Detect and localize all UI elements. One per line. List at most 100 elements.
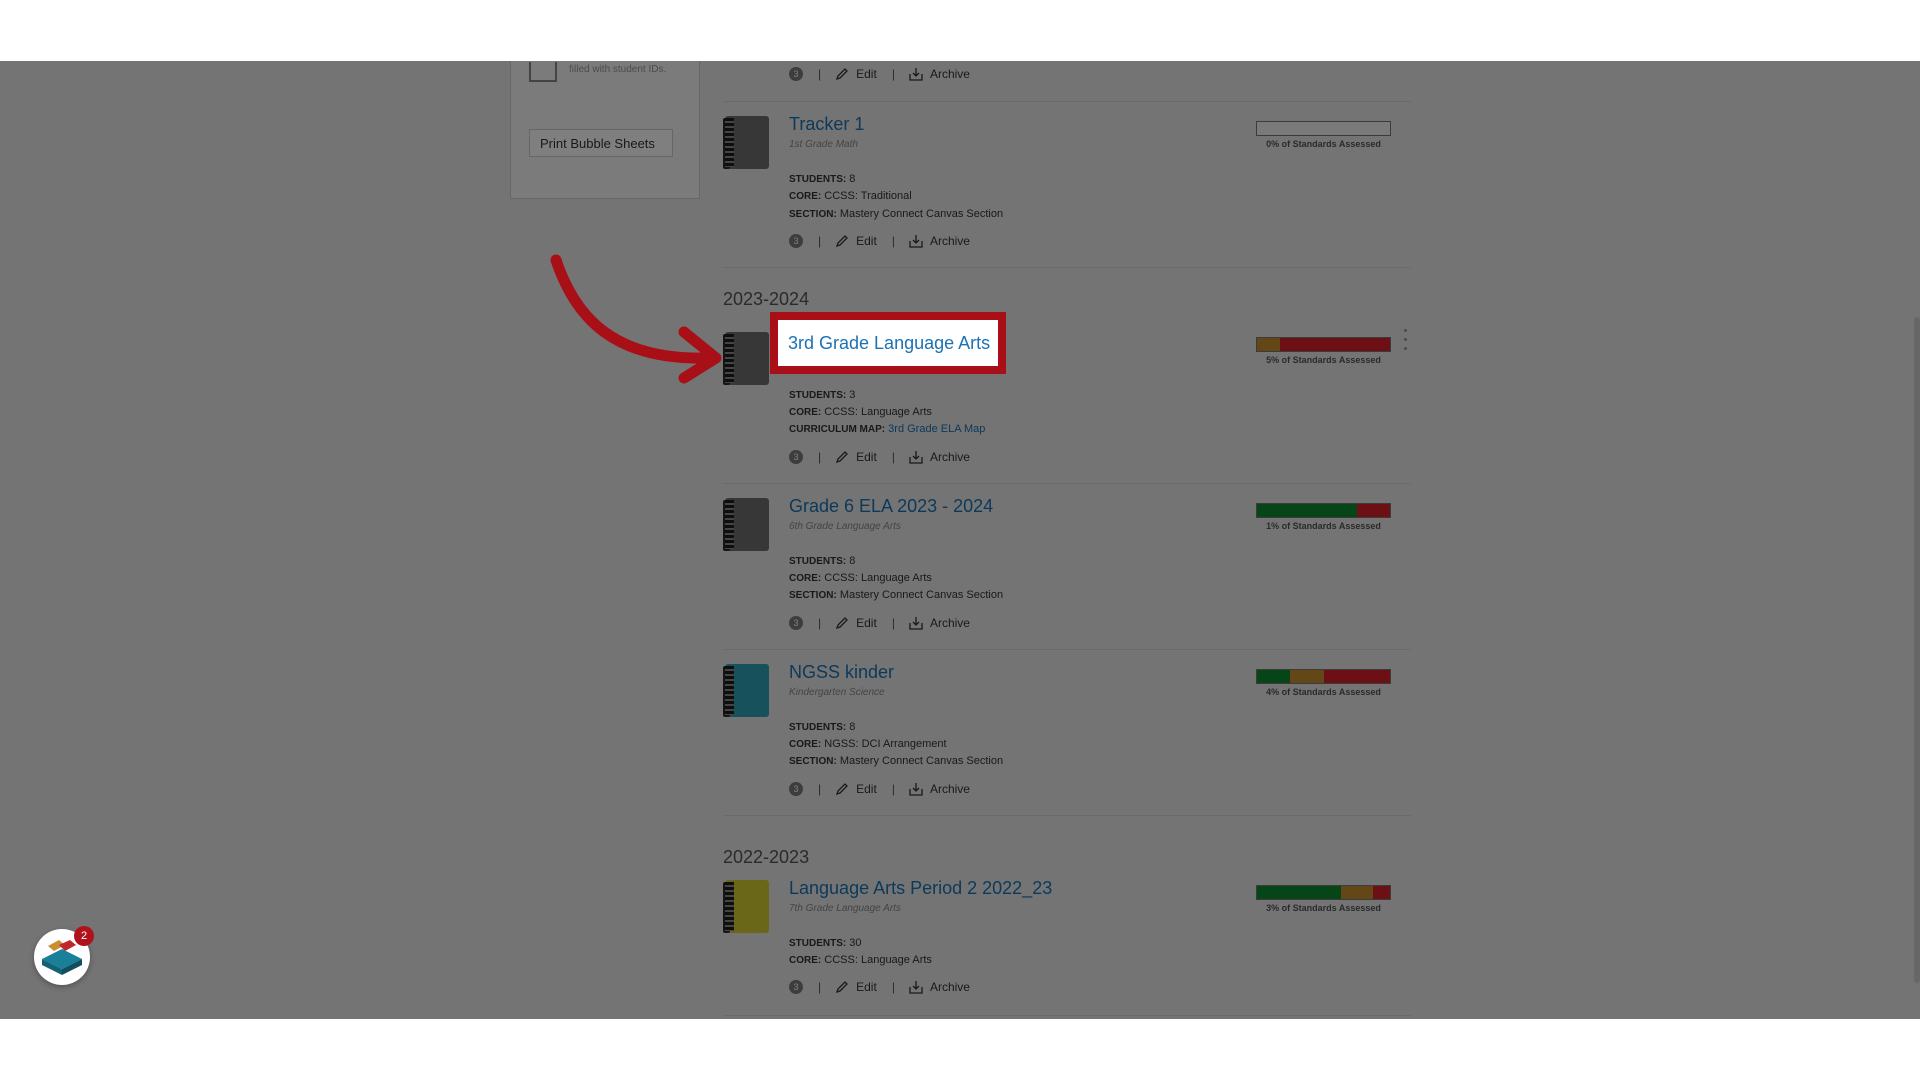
separator: |	[818, 450, 822, 464]
tracker-actions: 3 | Edit | Archive	[789, 234, 970, 248]
archive-icon	[909, 981, 923, 994]
tracker-subtitle: Kindergarten Science	[789, 687, 885, 698]
progress-segment	[1356, 504, 1390, 517]
browser-top-bar	[0, 0, 1920, 61]
progress-segment	[1257, 504, 1357, 517]
progress-segment	[1257, 670, 1291, 683]
edit-link[interactable]: Edit	[835, 980, 877, 994]
browser-bottom-bar	[0, 1019, 1920, 1080]
highlighted-title-text: 3rd Grade Language Arts	[788, 332, 991, 353]
students-row: STUDENTS: 30	[789, 937, 862, 949]
student-count-badge: 3	[789, 67, 803, 81]
page-viewport: filled with student IDs. Print Bubble Sh…	[0, 61, 1920, 1019]
standards-progress-label: 1% of Standards Assessed	[1266, 521, 1381, 531]
progress-segment	[1257, 338, 1280, 351]
bubble-sheet-hint: filled with student IDs.	[569, 64, 667, 75]
pencil-icon	[836, 451, 849, 464]
edit-link[interactable]: Edit	[835, 234, 877, 248]
tracker-title[interactable]: Language Arts Period 2 2022_23	[789, 878, 1052, 899]
divider	[723, 267, 1411, 268]
student-count-badge: 3	[789, 980, 803, 994]
core-row: CORE: CCSS: Traditional	[789, 190, 912, 202]
standards-progress-bar	[1256, 337, 1391, 352]
highlighted-tracker-title[interactable]: 3rd Grade Language Arts	[778, 320, 998, 366]
tracker-actions: 3 | Edit | Archive	[789, 616, 970, 630]
separator: |	[891, 980, 895, 994]
separator: |	[818, 67, 822, 81]
standards-progress-label: 0% of Standards Assessed	[1266, 139, 1381, 149]
student-count-badge: 3	[789, 616, 803, 630]
notebook-icon	[723, 880, 769, 933]
edit-label: Edit	[856, 67, 877, 81]
notebook-icon	[723, 664, 769, 717]
student-count-badge: 3	[789, 782, 803, 796]
archive-label: Archive	[929, 450, 970, 464]
archive-link[interactable]: Archive	[909, 782, 970, 796]
progress-segment	[1257, 886, 1341, 899]
edit-link[interactable]: Edit	[835, 782, 877, 796]
notebook-icon	[723, 498, 769, 551]
edit-label: Edit	[856, 234, 877, 248]
standards-progress-label: 5% of Standards Assessed	[1266, 355, 1381, 365]
archive-label: Archive	[929, 67, 970, 81]
edit-label: Edit	[856, 980, 877, 994]
separator: |	[891, 450, 895, 464]
pencil-icon	[836, 235, 849, 248]
separator: |	[818, 616, 822, 630]
standards-progress-label: 3% of Standards Assessed	[1266, 903, 1381, 913]
archive-link[interactable]: Archive	[909, 234, 970, 248]
separator: |	[891, 234, 895, 248]
standards-progress-bar	[1256, 669, 1391, 684]
more-options-icon[interactable]	[1404, 329, 1408, 356]
divider	[723, 1015, 1411, 1016]
students-row: STUDENTS: 3	[789, 389, 856, 401]
notification-badge: 2	[74, 926, 94, 946]
core-row: CORE: CCSS: Language Arts	[789, 954, 932, 966]
tracker-actions-previous: 3 | Edit | Archive	[789, 67, 970, 81]
core-row: CORE: CCSS: Language Arts	[789, 406, 932, 418]
edit-label: Edit	[856, 782, 877, 796]
archive-link[interactable]: Archive	[909, 450, 970, 464]
tracker-subtitle: 1st Grade Math	[789, 139, 858, 150]
tracker-title[interactable]: Grade 6 ELA 2023 - 2024	[789, 496, 993, 517]
page-scrollbar[interactable]	[1914, 317, 1920, 983]
archive-link[interactable]: Archive	[909, 616, 970, 630]
section-row: SECTION: Mastery Connect Canvas Section	[789, 208, 1004, 220]
tracker-title[interactable]: NGSS kinder	[789, 662, 894, 683]
students-row: STUDENTS: 8	[789, 721, 856, 733]
students-row: STUDENTS: 8	[789, 173, 856, 185]
divider	[723, 649, 1411, 650]
curriculum-map-link[interactable]: 3rd Grade ELA Map	[888, 423, 985, 435]
bubble-sheet-panel: filled with student IDs. Print Bubble Sh…	[510, 61, 700, 199]
highlight-frame: 3rd Grade Language Arts	[770, 312, 1006, 374]
pencil-icon	[836, 617, 849, 630]
tracker-title[interactable]: Tracker 1	[789, 114, 864, 135]
year-heading: 2022-2023	[723, 847, 810, 867]
dim-overlay	[0, 61, 1920, 1019]
divider	[723, 101, 1411, 102]
pencil-icon	[836, 981, 849, 994]
edit-link[interactable]: Edit	[835, 67, 877, 81]
archive-link[interactable]: Archive	[909, 67, 970, 81]
section-row: SECTION: Mastery Connect Canvas Section	[789, 755, 1004, 767]
curriculum-map-row: CURRICULUM MAP: 3rd Grade ELA Map	[789, 423, 986, 435]
students-row: STUDENTS: 8	[789, 555, 856, 567]
progress-segment	[1340, 886, 1373, 899]
edit-link[interactable]: Edit	[835, 616, 877, 630]
pencil-icon	[836, 68, 849, 81]
app-launcher-button[interactable]: 2	[34, 926, 94, 985]
standards-progress-label: 4% of Standards Assessed	[1266, 687, 1381, 697]
student-count-badge: 3	[789, 234, 803, 248]
archive-icon	[909, 617, 923, 630]
tracker-subtitle: 6th Grade Language Arts	[789, 521, 901, 532]
archive-link[interactable]: Archive	[909, 980, 970, 994]
core-row: CORE: CCSS: Language Arts	[789, 572, 932, 584]
print-bubble-sheets-button[interactable]: Print Bubble Sheets	[529, 129, 673, 157]
archive-icon	[909, 451, 923, 464]
edit-link[interactable]: Edit	[835, 450, 877, 464]
separator: |	[891, 67, 895, 81]
progress-segment	[1372, 886, 1390, 899]
separator: |	[818, 782, 822, 796]
archive-label: Archive	[929, 980, 970, 994]
archive-label: Archive	[929, 234, 970, 248]
